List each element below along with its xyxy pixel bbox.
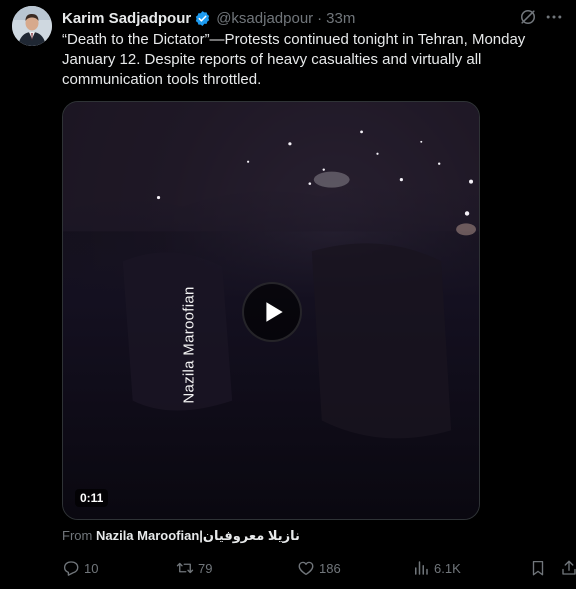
like-button[interactable]: 186 (297, 557, 341, 579)
video-duration: 0:11 (75, 489, 109, 507)
tweet-text: “Death to the Dictator”—Protests continu… (62, 31, 526, 88)
video-watermark: Nazila Maroofian (180, 286, 198, 404)
like-count: 186 (319, 560, 341, 576)
post-time[interactable]: 33m (326, 10, 355, 27)
action-bar: 10 79 186 6.1K (62, 557, 576, 579)
views-chart-icon (415, 561, 428, 575)
repost-count: 79 (198, 560, 213, 576)
tweet: Karim Sadjadpour @ksadjadpour · 33m “Dea… (0, 0, 576, 589)
reply-button[interactable]: 10 (62, 557, 98, 579)
source-prefix: From (62, 528, 93, 543)
media-source: From Nazila Maroofian|نازیلا معروفیان (62, 528, 300, 544)
reply-icon (63, 561, 79, 576)
play-button[interactable] (242, 282, 302, 342)
heart-icon (298, 561, 314, 576)
share-button[interactable] (560, 557, 576, 579)
source-name-link[interactable]: Nazila Maroofian|نازیلا معروفیان (96, 528, 300, 543)
repost-icon (176, 562, 194, 574)
bookmark-button[interactable] (529, 557, 551, 579)
grok-icon[interactable] (518, 7, 538, 27)
avatar[interactable] (12, 6, 52, 46)
reply-count: 10 (84, 560, 99, 576)
separator-dot: · (317, 9, 323, 27)
verified-badge-icon (194, 10, 211, 27)
views-count: 6.1K (434, 560, 461, 576)
author-handle[interactable]: @ksadjadpour (216, 10, 313, 27)
video-player[interactable]: Nazila Maroofian 0:11 (62, 101, 480, 520)
repost-button[interactable]: 79 (176, 557, 212, 579)
views-button[interactable]: 6.1K (412, 557, 461, 579)
bookmark-icon (532, 560, 544, 576)
author-name[interactable]: Karim Sadjadpour (62, 10, 191, 27)
avatar-image (12, 6, 52, 46)
tweet-header: Karim Sadjadpour @ksadjadpour · 33m (62, 7, 564, 29)
share-icon (562, 560, 576, 575)
play-icon (266, 302, 283, 322)
more-options-icon[interactable] (544, 7, 564, 27)
